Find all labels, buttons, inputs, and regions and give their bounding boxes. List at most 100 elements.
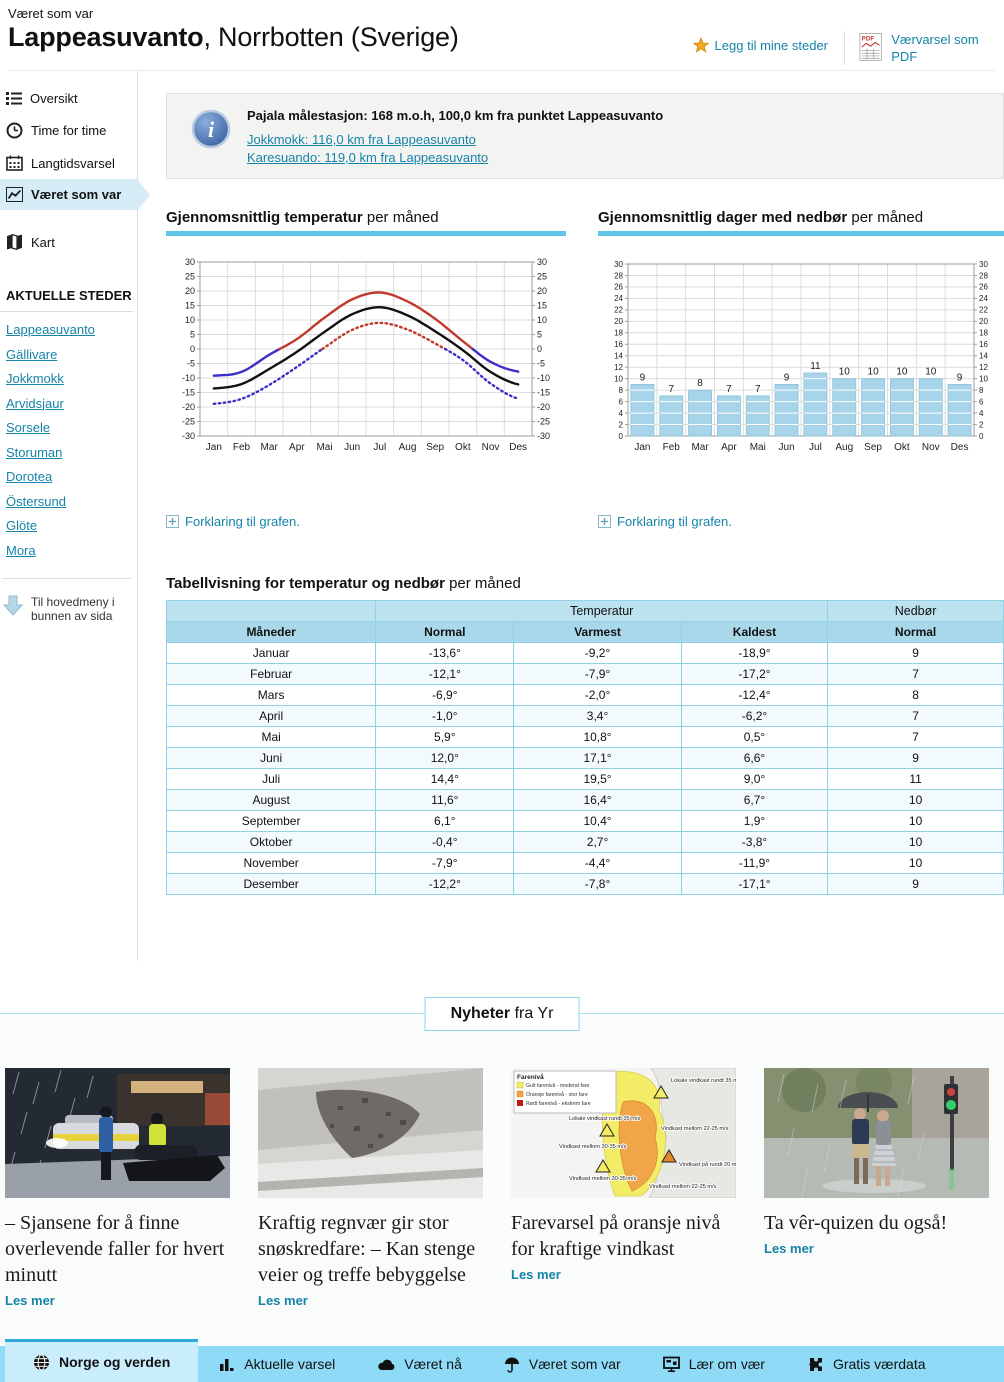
group-header-temperatur: Temperatur	[376, 601, 828, 622]
svg-text:28: 28	[614, 271, 623, 280]
news-image-night-rescue[interactable]	[5, 1068, 230, 1198]
svg-text:Gult farenivå - moderat fare: Gult farenivå - moderat fare	[526, 1082, 590, 1089]
svg-text:26: 26	[979, 283, 988, 292]
svg-text:22: 22	[979, 306, 988, 315]
bottom-tab-gratis-vaerdata[interactable]: Gratis værdata	[786, 1346, 947, 1382]
svg-text:0: 0	[190, 344, 195, 354]
sidebar-item-kart[interactable]: Kart	[0, 226, 137, 258]
svg-text:20: 20	[185, 286, 195, 296]
svg-text:Lokale vindkast rundt 35 m/s: Lokale vindkast rundt 35 m/s	[671, 1078, 736, 1084]
read-more-link[interactable]: Les mer	[764, 1241, 814, 1256]
bottom-navigation-bar: Norge og verden Aktuelle varsel Været nå…	[0, 1346, 1004, 1382]
graph-icon	[6, 187, 23, 202]
svg-text:5: 5	[537, 329, 542, 339]
svg-text:15: 15	[537, 300, 547, 310]
sidebar-place-link[interactable]: Storuman	[6, 445, 137, 460]
svg-text:16: 16	[979, 340, 988, 349]
clock-icon	[6, 122, 23, 139]
svg-text:Okt: Okt	[894, 442, 910, 453]
svg-text:8: 8	[619, 386, 624, 395]
sidebar-item-langtidsvarsel[interactable]: Langtidsvarsel	[0, 147, 137, 179]
svg-text:22: 22	[614, 306, 623, 315]
sidebar-place-link[interactable]: Dorotea	[6, 469, 137, 484]
station-info-text: Pajala målestasjon: 168 m.o.h, 100,0 km …	[247, 108, 987, 123]
col-header-varmest: Varmest	[514, 622, 681, 643]
sidebar-item-oversikt[interactable]: Oversikt	[0, 83, 137, 114]
svg-text:-30: -30	[182, 431, 195, 441]
bottom-tab-vaeret-som-var[interactable]: Været som var	[483, 1346, 642, 1382]
expand-plus-icon	[598, 515, 611, 528]
svg-text:Apr: Apr	[289, 442, 305, 453]
read-more-link[interactable]: Les mer	[511, 1267, 561, 1282]
news-caption: Ta vêr-quizen du også!	[764, 1210, 989, 1236]
info-icon: i	[191, 109, 231, 149]
svg-text:9: 9	[640, 372, 646, 383]
sidebar-place-link[interactable]: Jokkmokk	[6, 371, 137, 386]
svg-text:PDF: PDF	[862, 36, 875, 43]
title-row: Lappeasuvanto, Norrbotten (Sverige) Legg…	[8, 21, 996, 71]
sidebar-item-time-for-time[interactable]: Time for time	[0, 114, 137, 147]
svg-text:-30: -30	[537, 431, 550, 441]
read-more-link[interactable]: Les mer	[258, 1293, 308, 1308]
svg-text:20: 20	[614, 317, 623, 326]
bottom-tab-aktuelle-varsel[interactable]: Aktuelle varsel	[198, 1346, 356, 1382]
svg-text:Mai: Mai	[316, 442, 332, 453]
bottom-tab-norge-og-verden[interactable]: Norge og verden	[5, 1339, 198, 1382]
svg-text:7: 7	[755, 384, 761, 395]
svg-text:12: 12	[979, 363, 988, 372]
svg-text:0: 0	[979, 432, 984, 441]
news-image-rain-street[interactable]	[764, 1068, 989, 1198]
news-image-wind-warning-map[interactable]: Farenivå Gult farenivå - moderat fare Or…	[511, 1068, 736, 1198]
svg-text:10: 10	[896, 367, 908, 378]
svg-text:11: 11	[810, 361, 821, 372]
sidebar-place-link[interactable]: Arvidsjaur	[6, 396, 137, 411]
umbrella-icon	[504, 1356, 520, 1373]
table-row: September6,1°10,4°1,9°10	[167, 811, 1004, 832]
table-title: Tabellvisning for temperatur og nedbør p…	[166, 575, 1004, 592]
svg-text:Jun: Jun	[779, 442, 795, 453]
svg-text:Vindkast på rundt 20 m/s: Vindkast på rundt 20 m/s	[679, 1161, 736, 1168]
content-area: Oversikt Time for time Langtidsv	[0, 71, 1004, 961]
svg-text:4: 4	[979, 409, 984, 418]
svg-text:10: 10	[839, 367, 851, 378]
table-row: August11,6°16,4°6,7°10	[167, 790, 1004, 811]
sidebar-place-link[interactable]: Gällivare	[6, 347, 137, 362]
explain-graph-link-temperature[interactable]: Forklaring til grafen.	[166, 514, 300, 529]
svg-text:0: 0	[619, 432, 624, 441]
news-image-avalanche-slope[interactable]	[258, 1068, 483, 1198]
table-row: Oktober-0,4°2,7°-3,8°10	[167, 832, 1004, 853]
explain-graph-link-precipitation[interactable]: Forklaring til grafen.	[598, 514, 732, 529]
bottom-tab-laer-om-vaer[interactable]: Lær om vær	[642, 1346, 786, 1382]
sidebar-place-link[interactable]: Glöte	[6, 518, 137, 533]
bottom-tab-vaeret-naa[interactable]: Været nå	[356, 1346, 483, 1382]
pdf-download-link[interactable]: PDF Værvarsel som PDF	[844, 31, 996, 65]
sidebar-place-link[interactable]: Sorsele	[6, 420, 137, 435]
read-more-link[interactable]: Les mer	[5, 1293, 55, 1308]
svg-text:Vindkast mellom 22-25 m/s: Vindkast mellom 22-25 m/s	[661, 1126, 729, 1132]
sidebar-item-vaeret-som-var[interactable]: Været som var	[0, 179, 137, 210]
station-link-jokkmokk[interactable]: Jokkmokk: 116,0 km fra Lappeasuvanto	[247, 132, 987, 147]
table-row: April-1,0°3,4°-6,2°7	[167, 706, 1004, 727]
svg-text:26: 26	[614, 283, 623, 292]
svg-text:Lokale vindkast rundt 35 m/s: Lokale vindkast rundt 35 m/s	[569, 1116, 640, 1122]
svg-text:10: 10	[925, 367, 937, 378]
svg-text:20: 20	[537, 286, 547, 296]
main-content: i Pajala målestasjon: 168 m.o.h, 100,0 k…	[138, 71, 1004, 961]
svg-text:i: i	[208, 117, 215, 142]
svg-text:9: 9	[957, 372, 963, 383]
title-underline	[598, 231, 1004, 236]
to-main-menu-link[interactable]: Til hovedmeny ibunnen av sida	[2, 578, 131, 623]
sidebar-place-link[interactable]: Mora	[6, 543, 137, 558]
sidebar-place-link[interactable]: Lappeasuvanto	[6, 322, 137, 337]
add-to-my-places-link[interactable]: Legg til mine steder	[693, 37, 828, 53]
station-link-karesuando[interactable]: Karesuando: 119,0 km fra Lappeasuvanto	[247, 150, 987, 165]
svg-text:30: 30	[185, 257, 195, 267]
temperature-chart-title: Gjennomsnittlig temperatur per måned	[166, 209, 566, 226]
svg-text:7: 7	[726, 384, 732, 395]
places-list: Lappeasuvanto Gällivare Jokkmokk Arvidsjaur…	[0, 322, 137, 558]
svg-text:Nov: Nov	[922, 442, 940, 453]
svg-text:7: 7	[668, 384, 674, 395]
table-row: Februar-12,1°-7,9°-17,2°7	[167, 664, 1004, 685]
svg-text:Feb: Feb	[233, 442, 251, 453]
sidebar-place-link[interactable]: Östersund	[6, 494, 137, 509]
